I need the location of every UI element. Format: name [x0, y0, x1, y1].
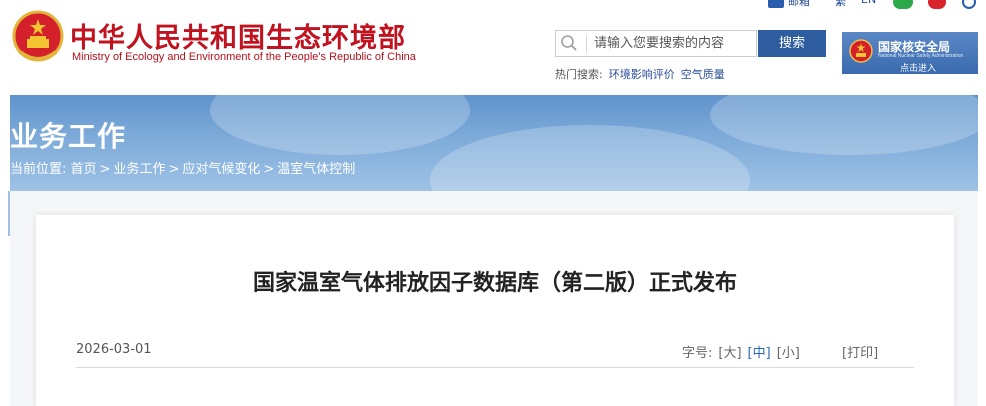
- font-size-large-button[interactable]: [大]: [718, 346, 741, 361]
- breadcrumb-home[interactable]: 首页: [71, 162, 97, 177]
- breadcrumb-label: 当前位置:: [10, 162, 67, 177]
- breadcrumb-separator: >: [168, 162, 180, 177]
- search-box: [555, 30, 757, 57]
- font-size-controls: 字号: [大] [中] [小]: [682, 342, 800, 361]
- nns-enter-label: 点击进入: [900, 64, 937, 74]
- print-button[interactable]: [打印]: [842, 342, 878, 361]
- breadcrumb: 当前位置: 首页 > 业务工作 > 应对气候变化 > 温室气体控制: [10, 158, 355, 177]
- hot-search-item[interactable]: 空气质量: [681, 68, 725, 81]
- nns-link-banner[interactable]: 国家核安全局 National Nuclear Safety Administr…: [842, 32, 978, 74]
- english-link[interactable]: EN: [861, 0, 876, 6]
- weibo-icon[interactable]: [928, 0, 946, 9]
- article-date: 2026-03-01: [76, 342, 152, 357]
- search-input[interactable]: [594, 31, 752, 56]
- hot-search: 热门搜索: 环境影响评价 空气质量: [555, 66, 725, 82]
- banner-cloud: [210, 95, 470, 155]
- breadcrumb-separator: >: [263, 162, 275, 177]
- hot-search-label: 热门搜索:: [555, 68, 603, 81]
- breadcrumb-climate[interactable]: 应对气候变化: [182, 162, 260, 177]
- search-icon: [561, 35, 577, 51]
- mail-link[interactable]: 邮箱: [788, 0, 810, 9]
- section-title: 业务工作: [10, 120, 127, 153]
- site-subtitle: Ministry of Ecology and Environment of t…: [72, 51, 416, 63]
- nns-subtitle: National Nuclear Safety Administration: [878, 53, 964, 59]
- mail-icon[interactable]: [768, 0, 784, 8]
- font-size-small-button[interactable]: [小]: [777, 346, 800, 361]
- search-divider: [586, 35, 587, 53]
- national-emblem-icon[interactable]: [12, 10, 64, 66]
- left-accent-strip: [8, 191, 10, 236]
- nns-emblem-icon: [849, 39, 873, 63]
- site-title[interactable]: 中华人民共和国生态环境部: [70, 16, 406, 55]
- article-card: 国家温室气体排放因子数据库（第二版）正式发布 2026-03-01 字号: [大]…: [36, 215, 954, 406]
- banner-cloud: [430, 125, 750, 191]
- breadcrumb-current[interactable]: 温室气体控制: [277, 162, 355, 177]
- banner-cloud: [710, 95, 978, 155]
- font-size-medium-button[interactable]: [中]: [748, 346, 771, 361]
- site-header: 中华人民共和国生态环境部 Ministry of Ecology and Env…: [0, 0, 986, 95]
- share-icon[interactable]: [962, 0, 976, 9]
- traditional-chinese-link[interactable]: 繁: [835, 0, 846, 9]
- search-button[interactable]: 搜索: [758, 30, 826, 57]
- font-size-label: 字号:: [682, 346, 713, 361]
- breadcrumb-separator: >: [99, 162, 111, 177]
- article-title: 国家温室气体排放因子数据库（第二版）正式发布: [252, 271, 737, 296]
- hot-search-item[interactable]: 环境影响评价: [609, 68, 675, 81]
- meta-divider: [76, 367, 914, 368]
- wechat-icon[interactable]: [893, 0, 913, 9]
- breadcrumb-business[interactable]: 业务工作: [113, 162, 165, 177]
- section-banner: 业务工作 当前位置: 首页 > 业务工作 > 应对气候变化 > 温室气体控制: [10, 95, 978, 191]
